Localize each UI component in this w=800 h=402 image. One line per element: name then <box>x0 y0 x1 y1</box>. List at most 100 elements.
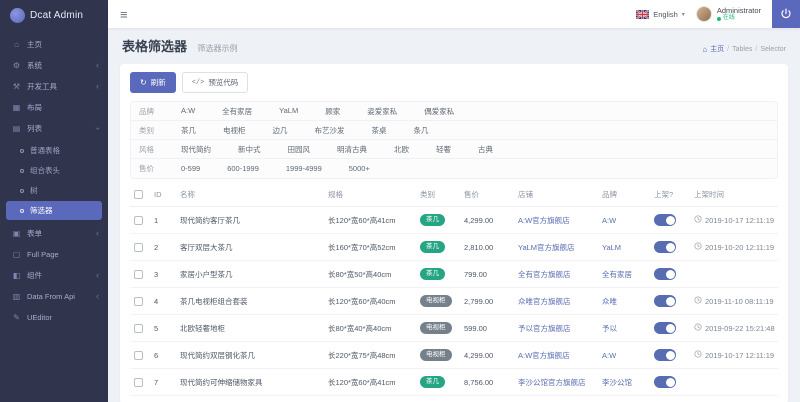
page-title: 表格筛选器 <box>122 39 187 54</box>
store-link[interactable]: YaLM官方旗舰店 <box>518 243 575 252</box>
filter-option[interactable]: YaLM <box>279 106 298 117</box>
store-link[interactable]: 全有官方旗舰店 <box>518 270 571 279</box>
sidebar-item-form[interactable]: ▣表单‹ <box>0 223 108 244</box>
spec-cell: 长80*宽40*高40cm <box>324 315 416 342</box>
onshelf-toggle[interactable] <box>654 349 676 361</box>
row-checkbox[interactable] <box>134 297 143 306</box>
store-cell: 予以官方旗舰店 <box>514 315 598 342</box>
language-switcher[interactable]: English ▾ <box>636 10 685 19</box>
column-header: 名称 <box>176 183 324 207</box>
filter-option[interactable]: 条几 <box>414 125 429 136</box>
filter-option[interactable]: A:W <box>181 106 195 117</box>
row-checkbox[interactable] <box>134 351 143 360</box>
onshelf-toggle[interactable] <box>654 268 676 280</box>
brand-link[interactable]: A:W <box>602 351 616 360</box>
checkbox-cell <box>130 342 150 369</box>
filter-option[interactable]: 1999-4999 <box>286 164 322 173</box>
shelf-time-cell <box>690 261 778 288</box>
filter-option[interactable]: 轻奢 <box>436 144 451 155</box>
filter-option[interactable]: 边几 <box>273 125 288 136</box>
row-checkbox[interactable] <box>134 324 143 333</box>
preview-code-button[interactable]: </> 预览代码 <box>182 72 249 93</box>
home-icon: ⌂ <box>702 45 707 54</box>
onshelf-cell <box>650 207 690 234</box>
filter-option[interactable]: 古典 <box>478 144 493 155</box>
filter-option[interactable]: 现代简约 <box>181 144 211 155</box>
store-link[interactable]: A:W官方旗舰店 <box>518 351 570 360</box>
filter-option[interactable]: 电视柜 <box>223 125 246 136</box>
refresh-button[interactable]: ↻ 刷新 <box>130 72 176 93</box>
filter-option[interactable]: 全有家居 <box>222 106 252 117</box>
sidebar-item-component[interactable]: ◧组件‹ <box>0 265 108 286</box>
filter-options: 茶几 电视柜 边几 布艺沙发 茶桌 条几 <box>181 125 429 136</box>
submenu-item-label: 普通表格 <box>30 145 60 156</box>
filter-option[interactable]: 布艺沙发 <box>315 125 345 136</box>
onshelf-toggle[interactable] <box>654 214 676 226</box>
store-link[interactable]: 李沙公馆官方旗舰店 <box>518 378 586 387</box>
sidebar-item-editor[interactable]: ✎UEditor <box>0 307 108 328</box>
filter-option[interactable]: 偶爱家私 <box>424 106 454 117</box>
brand-link[interactable]: 全有家居 <box>602 270 632 279</box>
filter-option[interactable]: 北欧 <box>394 144 409 155</box>
brand-link[interactable]: A:W <box>602 216 616 225</box>
hamburger-icon[interactable]: ≡ <box>120 8 128 21</box>
filter-option[interactable]: 0-599 <box>181 164 200 173</box>
filter-option[interactable]: 明清古典 <box>337 144 367 155</box>
select-all-checkbox[interactable] <box>134 190 143 199</box>
row-checkbox[interactable] <box>134 216 143 225</box>
store-link[interactable]: A:W官方旗舰店 <box>518 216 570 225</box>
sidebar-item-tools[interactable]: ⚒开发工具‹ <box>0 76 108 97</box>
onshelf-toggle[interactable] <box>654 322 676 334</box>
tools-icon: ⚒ <box>11 82 22 91</box>
row-checkbox[interactable] <box>134 378 143 387</box>
breadcrumb-item[interactable]: 主页 <box>710 44 724 54</box>
store-link[interactable]: 予以官方旗舰店 <box>518 324 571 333</box>
filter-option[interactable]: 茶几 <box>181 125 196 136</box>
brand-cell: YaLM <box>598 234 650 261</box>
filter-option[interactable]: 姿爱家私 <box>367 106 397 117</box>
sidebar-subitem[interactable]: 组合表头 <box>6 161 102 180</box>
sidebar-item-list[interactable]: ▤列表‹ <box>0 118 108 139</box>
store-link[interactable]: 众唯官方旗舰店 <box>518 297 571 306</box>
filter-row: 售价0-599600-19991999-49995000+ <box>131 159 777 178</box>
row-checkbox[interactable] <box>134 270 143 279</box>
checkbox-cell <box>130 288 150 315</box>
sidebar-subitem[interactable]: 筛选器 <box>6 201 102 220</box>
onshelf-toggle[interactable] <box>654 295 676 307</box>
filter-option[interactable]: 茶桌 <box>372 125 387 136</box>
brand-cell: 全有家居 <box>598 261 650 288</box>
shelf-time: 2019-10-17 12:11:19 <box>694 350 774 360</box>
sidebar-item-gear[interactable]: ⚙系统‹ <box>0 55 108 76</box>
onshelf-cell <box>650 234 690 261</box>
circle-icon <box>20 209 24 213</box>
filter-option[interactable]: 田园风 <box>288 144 311 155</box>
logout-button[interactable] <box>772 0 800 28</box>
filter-option[interactable]: 600-1999 <box>227 164 259 173</box>
shelf-time-text: 2019-11-10 08:11:19 <box>705 297 774 306</box>
sidebar-item-layout[interactable]: ▦布局 <box>0 97 108 118</box>
name-cell: 现代简约双层钢化茶几 <box>176 342 324 369</box>
sidebar-item-api[interactable]: ▥Data From Api‹ <box>0 286 108 307</box>
sidebar-subitem[interactable]: 普通表格 <box>6 141 102 160</box>
sidebar-item-page[interactable]: ▢Full Page <box>0 244 108 265</box>
logo[interactable]: Dcat Admin <box>0 0 108 30</box>
store-cell: 全有官方旗舰店 <box>514 261 598 288</box>
category-badge: 电视柜 <box>420 295 452 307</box>
brand-link[interactable]: 李沙公馆 <box>602 378 632 387</box>
onshelf-toggle[interactable] <box>654 376 676 388</box>
filter-option[interactable]: 顾家 <box>325 106 340 117</box>
brand-link[interactable]: 众唯 <box>602 297 617 306</box>
sidebar-subitem[interactable]: 树 <box>6 181 102 200</box>
brand-link[interactable]: 予以 <box>602 324 617 333</box>
onshelf-toggle[interactable] <box>654 241 676 253</box>
brand-link[interactable]: YaLM <box>602 243 621 252</box>
filter-option[interactable]: 新中式 <box>238 144 261 155</box>
user-menu[interactable]: Administrator 在线 <box>696 6 761 23</box>
filter-option[interactable]: 5000+ <box>349 164 370 173</box>
row-checkbox[interactable] <box>134 243 143 252</box>
store-cell: YaLM官方旗舰店 <box>514 234 598 261</box>
table-row: 1现代简约客厅茶几长120*宽60*高41cm茶几4,299.00A:W官方旗舰… <box>130 207 778 234</box>
clock-icon <box>694 323 702 333</box>
sidebar-item-home[interactable]: ⌂主页 <box>0 34 108 55</box>
select-all-cell <box>130 183 150 207</box>
